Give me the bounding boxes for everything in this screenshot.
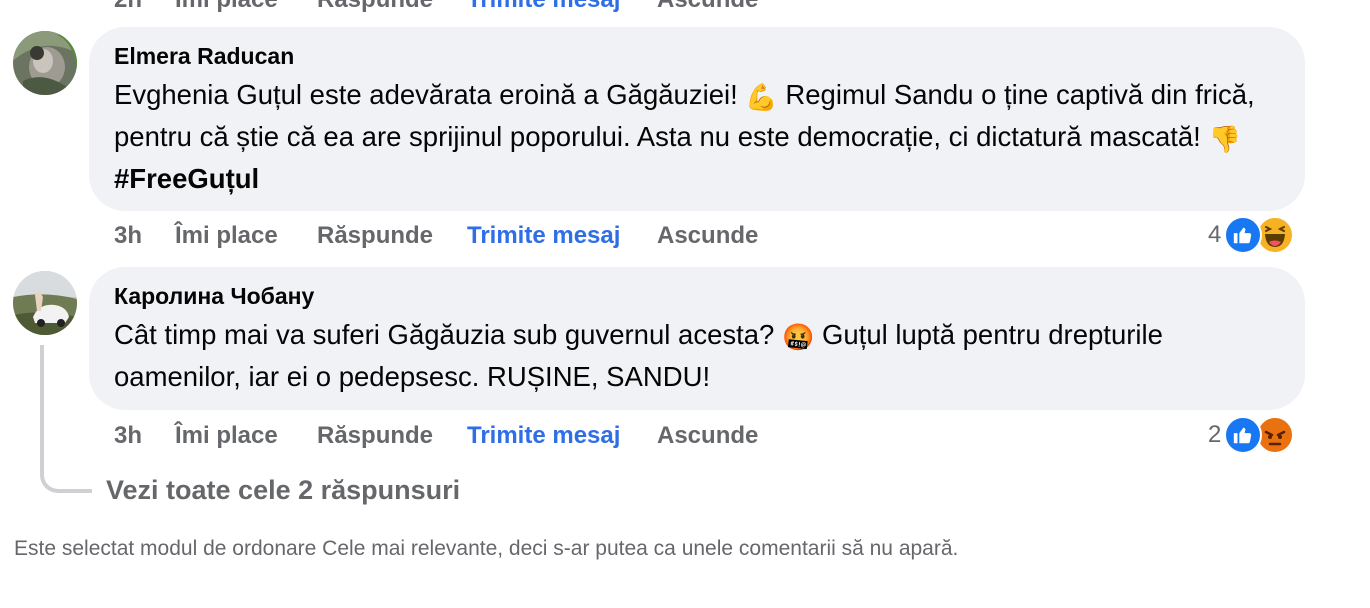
send-message-button[interactable]: Trimite mesaj [467, 422, 657, 450]
send-message-button[interactable]: Trimite mesaj [467, 0, 657, 14]
comment-timestamp[interactable]: 3h [114, 422, 175, 450]
comment-actions: 3h Îmi place Răspunde Trimite mesaj Ascu… [114, 422, 758, 450]
like-icon [1224, 216, 1263, 254]
comment-timestamp[interactable]: 2h [114, 0, 175, 14]
reply-button[interactable]: Răspunde [317, 0, 467, 14]
reaction-summary[interactable]: 2 [1208, 416, 1295, 454]
comment-actions: 3h Îmi place Răspunde Trimite mesaj Ascu… [114, 222, 758, 250]
cursing-face-emoji-icon: 🤬 [781, 322, 815, 352]
reaction-count: 4 [1208, 221, 1222, 248]
comment-author[interactable]: Elmera Raducan [114, 41, 1280, 71]
comment-text: Evghenia Guțul este adevărata eroină a G… [114, 75, 1280, 199]
like-button[interactable]: Îmi place [175, 0, 317, 14]
reply-button[interactable]: Răspunde [317, 422, 467, 450]
sort-order-notice: Este selectat modul de ordonare Cele mai… [14, 537, 959, 560]
hashtag-link[interactable]: #FreeGuțul [114, 163, 259, 194]
hide-button[interactable]: Ascunde [657, 0, 758, 14]
hide-button[interactable]: Ascunde [657, 222, 758, 250]
thumbs-down-emoji-icon: 👎 [1208, 124, 1241, 154]
avatar-photo [13, 31, 77, 95]
reaction-count: 2 [1208, 421, 1222, 448]
comment-text: Cât timp mai va suferi Găgăuzia sub guve… [114, 315, 1280, 397]
comment-bubble: Elmera Raducan Evghenia Guțul este adevă… [89, 27, 1305, 211]
comment-text-part: Evghenia Guțul este adevărata eroină a G… [114, 79, 738, 110]
comment-text-part: Cât timp mai va suferi Găgăuzia sub guve… [114, 319, 775, 350]
like-button[interactable]: Îmi place [175, 222, 317, 250]
comment-bubble: Каролина Чобану Cât timp mai va suferi G… [89, 267, 1305, 410]
avatar[interactable] [13, 271, 77, 335]
previous-comment-actions: 2h Îmi place Răspunde Trimite mesaj Ascu… [114, 0, 758, 14]
reply-button[interactable]: Răspunde [317, 222, 467, 250]
haha-icon [1256, 216, 1295, 254]
view-all-replies-link[interactable]: Vezi toate cele 2 răspunsuri [106, 475, 460, 506]
send-message-button[interactable]: Trimite mesaj [467, 222, 657, 250]
avatar-photo [13, 271, 77, 335]
comment-timestamp[interactable]: 3h [114, 222, 175, 250]
avatar[interactable] [13, 31, 77, 95]
reply-thread-connector [40, 345, 92, 493]
reaction-summary[interactable]: 4 [1208, 216, 1295, 254]
comment-author[interactable]: Каролина Чобану [114, 281, 1280, 311]
like-icon [1224, 416, 1263, 454]
flexed-biceps-emoji-icon: 💪 [745, 82, 778, 112]
hide-button[interactable]: Ascunde [657, 422, 758, 450]
angry-icon [1256, 416, 1295, 454]
like-button[interactable]: Îmi place [175, 422, 317, 450]
